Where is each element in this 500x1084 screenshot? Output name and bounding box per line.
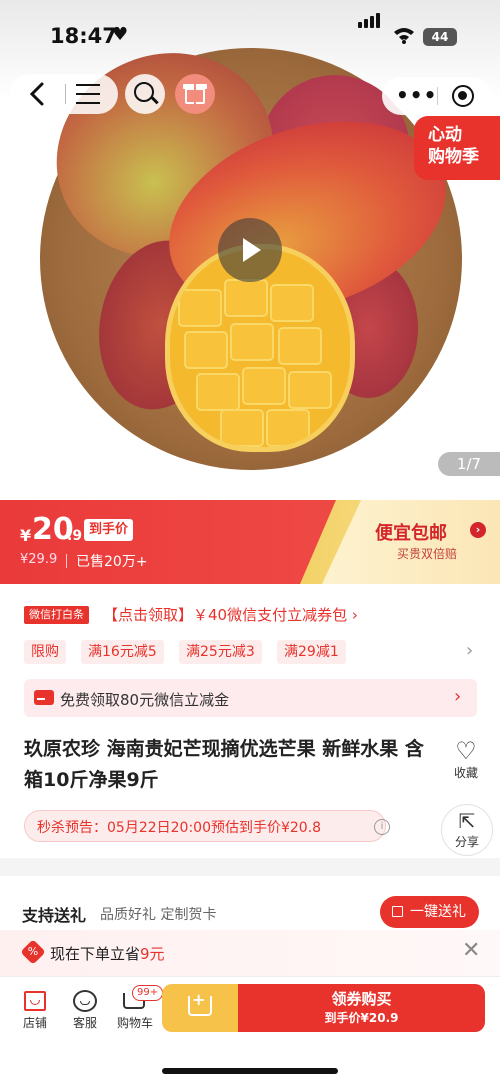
battery-indicator: 44 <box>423 28 457 46</box>
gift-heading: 支持送礼 <box>22 906 87 925</box>
product-title: 玖原农珍 海南贵妃芒现摘优选芒果 新鲜水果 含箱10斤净果9斤 <box>24 738 424 791</box>
subsidy-banner[interactable]: 免费领取80元微信立减金 › <box>24 679 477 717</box>
savings-text: 现在下单立省9元 <box>50 945 165 963</box>
free-shipping-title: 便宜包邮 <box>375 523 447 544</box>
tab-cart[interactable]: 99+ 购物车 <box>110 985 164 1031</box>
more-icon[interactable]: ••• <box>396 83 437 107</box>
customer-service-icon <box>73 990 97 1012</box>
subsidy-text: 免费领取80元微信立减金 <box>60 691 230 709</box>
shopping-season-badge[interactable]: 心动 购物季 <box>414 116 500 180</box>
product-info-card: 微信打白条 【点击领取】￥40微信支付立减券包 › 限购 满16元减5 满25元… <box>0 584 500 858</box>
chevron-right-icon: › <box>454 686 462 707</box>
savings-amount: 9元 <box>140 945 165 963</box>
info-icon[interactable]: i <box>374 819 390 835</box>
coupon-chip[interactable]: 满25元减3 <box>179 640 262 664</box>
price-decimal: .9 <box>67 528 83 544</box>
savings-toast: % 现在下单立省9元 ✕ <box>0 930 500 976</box>
wifi-icon <box>393 26 415 49</box>
gift-icon <box>392 906 403 917</box>
share-icon: ⇱ <box>458 809 476 833</box>
heart-outline-icon: ♡ <box>455 737 477 765</box>
price-currency: ¥ <box>20 526 32 545</box>
cart-badge: 99+ <box>132 985 164 1001</box>
gift-button[interactable] <box>175 74 215 114</box>
gallery-pager: 1/7 <box>438 452 500 476</box>
menu-icon[interactable] <box>76 84 100 104</box>
free-shipping-subtitle: 买贵双倍赔 <box>397 547 458 561</box>
final-price-tag: 到手价 <box>84 519 134 541</box>
wx-coupon-link[interactable]: 【点击领取】￥40微信支付立减券包 › <box>103 604 358 625</box>
buy-with-coupon-button[interactable]: 领券购买 到手价¥20.9 <box>238 984 485 1032</box>
play-video-button[interactable] <box>218 218 282 282</box>
back-icon[interactable] <box>28 80 46 114</box>
coupon-chip[interactable]: 满16元减5 <box>81 640 164 664</box>
tab-store[interactable]: 店铺 <box>10 987 60 1031</box>
status-bar: 18:47 ♥ 44 <box>0 0 500 70</box>
store-icon <box>24 991 46 1011</box>
discount-icon: % <box>20 939 46 965</box>
favorite-button[interactable]: ♡ 收藏 <box>446 738 486 781</box>
chevron-right-icon: › <box>470 522 486 538</box>
nav-pill <box>10 74 118 114</box>
status-time: 18:47 <box>50 24 117 48</box>
original-price: ¥29.9 <box>20 552 58 567</box>
coupon-chip[interactable]: 限购 <box>24 640 66 664</box>
heart-icon: ♥ <box>112 24 129 45</box>
wx-credit-tag: 微信打白条 <box>24 606 89 624</box>
close-icon[interactable]: ✕ <box>462 938 480 963</box>
search-button[interactable] <box>125 74 165 114</box>
flash-sale-notice: 秒杀预告：05月22日20:00预估到手价¥20.8 i <box>24 810 390 842</box>
chevron-right-icon[interactable]: › <box>466 640 473 661</box>
coupon-chip[interactable]: 满29减1 <box>277 640 346 664</box>
share-button[interactable]: ⇱ 分享 <box>441 804 493 856</box>
sold-count: 已售20万+ <box>76 554 148 570</box>
play-icon <box>243 238 261 262</box>
gift-subtitle: 品质好礼 定制贺卡 <box>100 907 217 923</box>
add-to-cart-button[interactable]: + <box>162 984 240 1032</box>
mini-program-capsule: ••• <box>382 77 492 115</box>
send-gift-button[interactable]: 一键送礼 <box>380 896 479 928</box>
flash-sale-text: 秒杀预告：05月22日20:00预估到手价¥20.8 <box>37 820 322 836</box>
card-icon <box>34 690 54 705</box>
close-miniprogram-icon[interactable] <box>452 85 474 107</box>
home-indicator <box>162 1068 338 1074</box>
tab-service[interactable]: 客服 <box>60 987 110 1031</box>
